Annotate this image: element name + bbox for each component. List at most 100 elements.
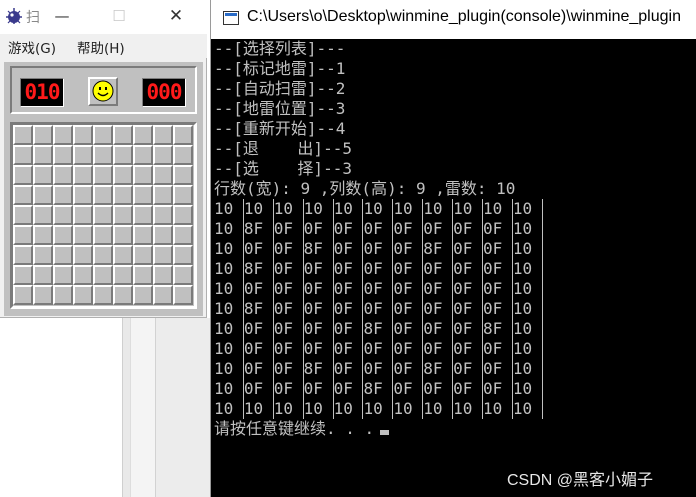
mine-cell[interactable] [113, 265, 133, 285]
minesweeper-window: 扫 — ☐ ✕ 游戏(G) 帮助(H) 010 000 [0, 0, 207, 318]
mine-cell[interactable] [133, 165, 153, 185]
mine-cell[interactable] [53, 205, 73, 225]
mine-cell[interactable] [33, 185, 53, 205]
mine-cell[interactable] [53, 245, 73, 265]
menu-help[interactable]: 帮助(H) [77, 37, 125, 57]
prompt-text: 请按任意键继续. . . [214, 419, 375, 438]
mine-cell[interactable] [153, 165, 173, 185]
mine-cell[interactable] [173, 165, 193, 185]
console-line: --[标记地雷]--1 [214, 59, 346, 78]
mine-cell[interactable] [33, 225, 53, 245]
mine-cell[interactable] [153, 285, 173, 305]
mine-cell[interactable] [13, 285, 33, 305]
mine-cell[interactable] [113, 225, 133, 245]
mine-cell[interactable] [133, 225, 153, 245]
mine-cell[interactable] [113, 205, 133, 225]
mine-cell[interactable] [113, 185, 133, 205]
mine-cell[interactable] [113, 165, 133, 185]
memory-cell: 0F [274, 279, 304, 299]
mine-cell[interactable] [173, 265, 193, 285]
mine-cell[interactable] [93, 225, 113, 245]
mine-cell[interactable] [73, 165, 93, 185]
smiley-button[interactable] [88, 77, 118, 106]
mine-cell[interactable] [93, 285, 113, 305]
mine-cell[interactable] [73, 205, 93, 225]
mine-cell[interactable] [73, 125, 93, 145]
mine-cell[interactable] [133, 285, 153, 305]
mine-cell[interactable] [153, 205, 173, 225]
mine-cell[interactable] [113, 145, 133, 165]
mine-cell[interactable] [173, 125, 193, 145]
mine-cell[interactable] [53, 265, 73, 285]
mine-cell[interactable] [13, 125, 33, 145]
memory-cell: 0F [334, 279, 364, 299]
mine-cell[interactable] [113, 245, 133, 265]
mine-cell[interactable] [33, 145, 53, 165]
mine-cell[interactable] [173, 145, 193, 165]
mine-cell[interactable] [53, 165, 73, 185]
memory-cell: 0F [483, 359, 513, 379]
mine-cell[interactable] [133, 185, 153, 205]
mine-cell[interactable] [13, 165, 33, 185]
minesweeper-titlebar[interactable]: 扫 — ☐ ✕ [0, 0, 207, 34]
mine-cell[interactable] [133, 245, 153, 265]
mine-cell[interactable] [93, 145, 113, 165]
mine-cell[interactable] [113, 285, 133, 305]
memory-cell: 0F [304, 379, 334, 399]
mine-cell[interactable] [73, 185, 93, 205]
maximize-icon[interactable]: ☐ [107, 4, 131, 28]
console-titlebar[interactable]: C:\Users\o\Desktop\winmine_plugin(consol… [211, 0, 696, 39]
minimize-icon[interactable]: — [50, 4, 74, 28]
mine-cell[interactable] [173, 225, 193, 245]
mine-cell[interactable] [33, 285, 53, 305]
mine-cell[interactable] [113, 125, 133, 145]
mine-cell[interactable] [153, 185, 173, 205]
console-line: --[选择列表]--- [214, 39, 346, 58]
mine-cell[interactable] [173, 245, 193, 265]
mine-cell[interactable] [33, 265, 53, 285]
mine-cell[interactable] [173, 205, 193, 225]
mine-cell[interactable] [93, 185, 113, 205]
close-icon[interactable]: ✕ [164, 4, 188, 28]
mine-cell[interactable] [73, 245, 93, 265]
mine-cell[interactable] [153, 265, 173, 285]
mine-cell[interactable] [173, 185, 193, 205]
mine-cell[interactable] [153, 245, 173, 265]
memory-cell: 0F [363, 339, 394, 359]
mine-cell[interactable] [73, 285, 93, 305]
mine-cell[interactable] [53, 185, 73, 205]
mine-cell[interactable] [93, 205, 113, 225]
mine-cell[interactable] [33, 205, 53, 225]
mine-cell[interactable] [153, 225, 173, 245]
mine-cell[interactable] [93, 165, 113, 185]
mine-cell[interactable] [53, 225, 73, 245]
mine-cell[interactable] [93, 265, 113, 285]
mine-cell[interactable] [13, 265, 33, 285]
mine-cell[interactable] [13, 245, 33, 265]
mine-cell[interactable] [133, 205, 153, 225]
mine-cell[interactable] [153, 125, 173, 145]
mine-cell[interactable] [93, 125, 113, 145]
mine-cell[interactable] [73, 225, 93, 245]
mine-cell[interactable] [153, 145, 173, 165]
mine-cell[interactable] [73, 265, 93, 285]
menu-game[interactable]: 游戏(G) [8, 37, 56, 57]
mine-cell[interactable] [133, 265, 153, 285]
mine-cell[interactable] [133, 145, 153, 165]
mine-cell[interactable] [173, 285, 193, 305]
mine-cell[interactable] [13, 185, 33, 205]
mine-cell[interactable] [93, 245, 113, 265]
mine-cell[interactable] [13, 205, 33, 225]
mine-cell[interactable] [53, 285, 73, 305]
mine-cell[interactable] [53, 145, 73, 165]
mine-cell[interactable] [133, 125, 153, 145]
mine-cell[interactable] [13, 145, 33, 165]
mine-cell[interactable] [33, 165, 53, 185]
mine-cell[interactable] [73, 145, 93, 165]
window-edge-strip [130, 318, 156, 497]
console-line: --[退 出]--5 [214, 139, 352, 158]
mine-cell[interactable] [33, 245, 53, 265]
mine-cell[interactable] [53, 125, 73, 145]
mine-cell[interactable] [33, 125, 53, 145]
mine-cell[interactable] [13, 225, 33, 245]
